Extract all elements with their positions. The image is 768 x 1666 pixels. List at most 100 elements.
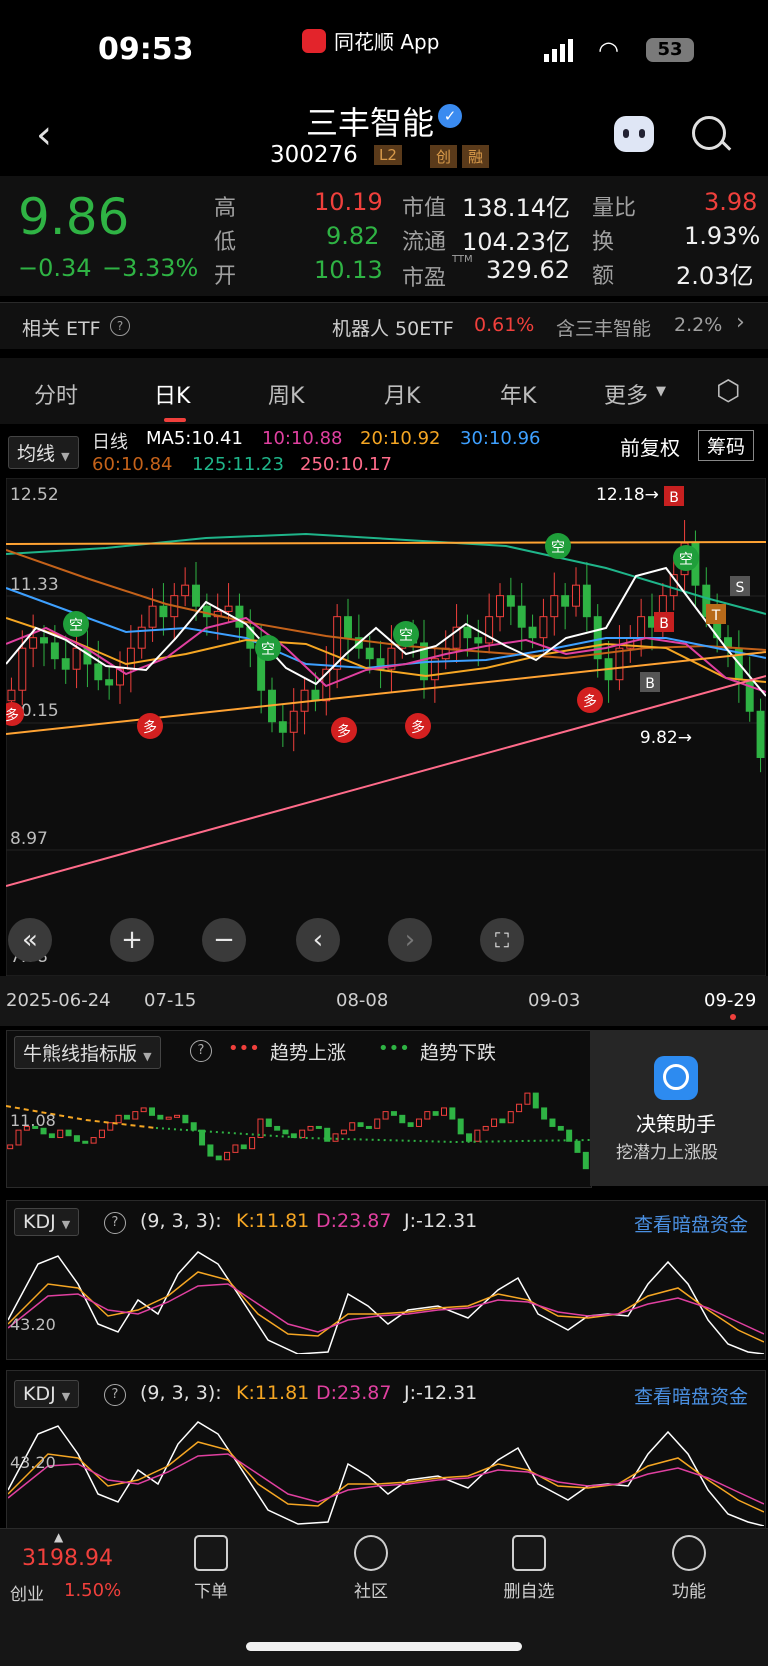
mini-candle: [507, 1111, 514, 1124]
mcap-label: 市值: [402, 196, 447, 221]
settings-hexagon-icon[interactable]: ⬡: [716, 374, 740, 407]
date-axis-4: 09-03: [528, 990, 581, 1011]
nav-remove-watchlist[interactable]: 删自选: [484, 1535, 574, 1602]
min-price-label: 9.82→: [640, 728, 692, 748]
candle-body: [582, 584, 591, 618]
candle-body: [235, 605, 244, 628]
mini-candle: [299, 1129, 306, 1139]
caret-down-icon: ▼: [61, 450, 70, 463]
mini-candle: [491, 1118, 498, 1127]
mini-candle: [157, 1114, 164, 1120]
etf-label: 相关 ETF: [22, 318, 101, 340]
help-icon[interactable]: ?: [190, 1040, 212, 1062]
svg-text:空: 空: [69, 618, 83, 634]
mini-candle: [90, 1137, 97, 1144]
dark-pool-link[interactable]: 查看暗盘资金: [634, 1210, 748, 1237]
kdj-d: D:23.87: [316, 1382, 392, 1404]
app-name: 同花顺 App: [334, 30, 440, 54]
mini-candle: [415, 1118, 422, 1127]
tab-daily-k[interactable]: 日K: [154, 378, 190, 410]
open-value: 10.13: [314, 256, 383, 284]
open-label: 开: [214, 264, 237, 289]
help-icon[interactable]: ?: [104, 1384, 126, 1406]
kdj-select-1[interactable]: KDJ ▼: [14, 1208, 80, 1236]
tab-weekly-k[interactable]: 周K: [268, 378, 304, 410]
tab-yearly-k[interactable]: 年K: [500, 378, 536, 410]
decision-assistant-icon: [654, 1056, 698, 1100]
mini-candle: [340, 1129, 347, 1135]
candle-body: [50, 642, 59, 660]
collapse-left-icon[interactable]: «: [8, 918, 52, 962]
zoom-out-button[interactable]: −: [202, 918, 246, 962]
legend-ma250: 250:10.17: [300, 454, 392, 475]
price-axis-1: 12.52: [10, 485, 59, 505]
fullscreen-icon[interactable]: ⛶: [480, 918, 524, 962]
dark-pool-link[interactable]: 查看暗盘资金: [634, 1382, 748, 1409]
badge-chuang: 创: [430, 145, 458, 168]
tab-intraday[interactable]: 分时: [34, 378, 78, 410]
candle-body: [126, 647, 135, 670]
candle-body: [7, 689, 16, 702]
trend-up-dots: •••: [228, 1038, 260, 1059]
community-star-icon: [354, 1535, 388, 1571]
tab-monthly-k[interactable]: 月K: [384, 378, 420, 410]
kdj-select-label: KDJ: [23, 1211, 56, 1233]
mini-candle: [107, 1122, 114, 1131]
etf-weight: 2.2%: [674, 314, 723, 336]
nav-functions[interactable]: 功能: [644, 1535, 734, 1602]
candle-body: [756, 710, 765, 758]
kdj-select-label: KDJ: [23, 1383, 56, 1405]
help-icon[interactable]: ?: [104, 1212, 126, 1234]
scroll-left-button[interactable]: ‹: [296, 918, 340, 962]
mini-candle: [215, 1155, 222, 1161]
svg-text:B: B: [669, 490, 679, 506]
decision-assistant-title: 决策助手: [636, 1112, 716, 1136]
price-change: −0.34: [18, 254, 92, 282]
help-icon[interactable]: ?: [110, 316, 130, 336]
kdj-select-2[interactable]: KDJ ▼: [14, 1380, 80, 1408]
mini-candle: [574, 1140, 581, 1153]
tab-more[interactable]: 更多: [604, 378, 648, 410]
mini-candle: [549, 1118, 556, 1127]
kdj-k: K:11.81: [236, 1382, 310, 1404]
stock-name: 三丰智能: [306, 104, 435, 142]
search-icon[interactable]: [692, 116, 726, 150]
remove-watchlist-icon: [512, 1535, 546, 1571]
price-axis-2: 11.33: [10, 575, 59, 595]
mini-candle: [123, 1114, 130, 1120]
low-value: 9.82: [326, 222, 380, 250]
svg-text:T: T: [711, 608, 721, 624]
robot-assistant-icon[interactable]: [614, 116, 654, 152]
kline-chart[interactable]: 12.52 11.33 10.15 8.97 7.78 12.18→ 9.82→…: [6, 478, 766, 976]
legend-ma10: 10:10.88: [262, 428, 343, 449]
candle-body: [289, 710, 298, 733]
chips-button[interactable]: 筹码: [698, 430, 755, 461]
index-value[interactable]: 3198.94: [22, 1546, 113, 1571]
mini-candle: [65, 1129, 72, 1137]
candle-body: [550, 595, 559, 618]
amount-label: 额: [592, 264, 615, 289]
mini-candle: [390, 1111, 397, 1116]
svg-text:空: 空: [399, 628, 413, 644]
index-name: 创业: [10, 1585, 44, 1605]
back-icon[interactable]: ‹: [36, 112, 52, 158]
kdj-level-1: 43.20: [10, 1315, 56, 1334]
mini-candle: [274, 1125, 281, 1131]
app-logo-icon: [302, 28, 326, 53]
indicator-select[interactable]: 均线 ▼: [8, 436, 79, 469]
battery-level: 53: [657, 39, 683, 60]
candle-body: [61, 658, 70, 670]
mini-candle: [532, 1092, 539, 1109]
bull-bear-select[interactable]: 牛熊线指标版 ▼: [14, 1036, 161, 1069]
nav-community[interactable]: 社区: [326, 1535, 416, 1602]
svg-text:多: 多: [411, 719, 425, 736]
kdj-params: (9, 3, 3):: [140, 1210, 222, 1232]
mini-candle: [315, 1125, 322, 1129]
price-axis-4: 8.97: [10, 829, 48, 849]
zoom-in-button[interactable]: +: [110, 918, 154, 962]
nav-order[interactable]: 下单: [166, 1535, 256, 1602]
mini-candle: [190, 1122, 197, 1131]
index-up-arrow-icon: ▲: [54, 1530, 64, 1544]
scroll-right-button[interactable]: ›: [388, 918, 432, 962]
adjust-mode[interactable]: 前复权: [620, 432, 680, 461]
